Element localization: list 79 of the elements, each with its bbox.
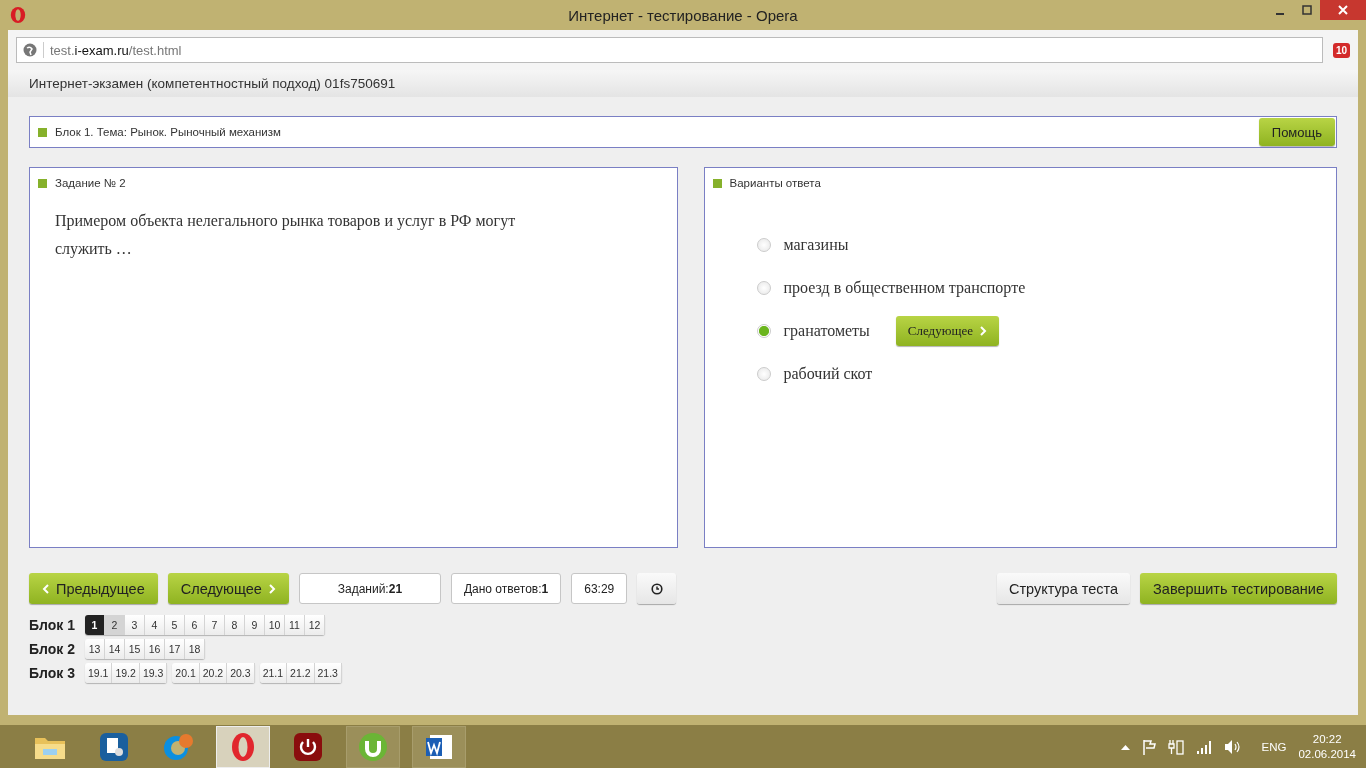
radio-button[interactable] [756, 367, 771, 381]
battery-icon[interactable] [1167, 738, 1184, 755]
block-label: Блок 3 [29, 665, 76, 681]
question-number-button[interactable]: 10 [265, 615, 285, 635]
question-number-button[interactable]: 19.3 [139, 663, 168, 683]
square-bullet-icon [38, 127, 47, 137]
clock-icon [650, 582, 663, 595]
opera-taskbar-icon[interactable] [216, 725, 270, 768]
answers-counter: Дано ответов:1 [450, 573, 562, 604]
chevron-left-icon [42, 583, 50, 594]
opera-badge[interactable]: 10 [1332, 42, 1350, 58]
answers-title: Варианты ответа [729, 177, 821, 189]
question-number-button[interactable]: 17 [165, 639, 185, 659]
question-number-button[interactable]: 21.1 [259, 663, 288, 683]
next-button[interactable]: Следующее [895, 316, 999, 346]
finish-button[interactable]: Завершить тестирование [1140, 573, 1337, 604]
question-number-button[interactable]: 9 [245, 615, 265, 635]
speaker-icon[interactable] [1223, 738, 1240, 755]
answer-option[interactable]: магазины [783, 236, 849, 254]
language-indicator[interactable]: ENG [1261, 740, 1287, 753]
task-title: Задание № 2 [55, 177, 126, 189]
question-number-button[interactable]: 13 [85, 639, 105, 659]
previous-button[interactable]: Предыдущее [29, 573, 158, 604]
question-number-button[interactable]: 12 [305, 615, 325, 635]
clock-time[interactable]: 20:22 [1312, 731, 1342, 747]
help-button[interactable]: Помощь [1258, 118, 1335, 146]
timer: 63:29 [571, 573, 628, 604]
radio-button[interactable] [756, 281, 771, 295]
close-button[interactable] [1320, 0, 1366, 20]
question-number-button[interactable]: 7 [205, 615, 225, 635]
radio-button[interactable] [756, 238, 771, 252]
signal-icon[interactable] [1195, 739, 1212, 754]
question-number-button[interactable]: 3 [125, 615, 145, 635]
minimize-icon [1275, 13, 1284, 15]
question-number-button[interactable]: 5 [165, 615, 185, 635]
block-label: Блок 1 [29, 617, 76, 633]
word-icon[interactable] [412, 725, 466, 768]
next-button[interactable]: Следующее [167, 573, 289, 604]
question-number-button[interactable]: 19.1 [85, 663, 113, 683]
block-label: Блок 2 [29, 641, 76, 657]
question-number-button[interactable]: 4 [145, 615, 165, 635]
page-header: Интернет-экзамен (компетентностный подход) 01fs750691 [29, 76, 396, 91]
chevron-right-icon [267, 583, 276, 594]
opera-logo-icon [9, 5, 27, 25]
question-number-button[interactable]: 1 [85, 615, 105, 635]
window-title: Интернет - тестирование - Opera [568, 6, 798, 24]
question-number-button[interactable]: 2 [105, 615, 125, 635]
square-bullet-icon [712, 178, 722, 188]
question-number-button[interactable]: 8 [225, 615, 245, 635]
up-arrow-icon[interactable] [1120, 743, 1130, 750]
question-number-button[interactable]: 20.1 [172, 663, 200, 683]
question-text: Примером объекта нелегального рынка товаров и услуг в РФ могут служить … [55, 211, 517, 260]
answer-option[interactable]: проезд в общественном транспорте [783, 279, 1026, 297]
maximize-icon [1301, 5, 1312, 15]
question-number-button[interactable]: 14 [105, 639, 125, 659]
question-number-button[interactable]: 18 [185, 639, 205, 659]
question-number-button[interactable]: 21.3 [314, 663, 342, 683]
clock-button[interactable] [637, 573, 677, 604]
answer-option[interactable]: рабочий скот [783, 365, 873, 383]
flag-icon[interactable] [1141, 738, 1156, 755]
question-number-button[interactable]: 6 [185, 615, 205, 635]
question-number-button[interactable]: 20.3 [227, 663, 255, 683]
close-icon [1337, 4, 1349, 16]
answer-option[interactable]: гранатометы [783, 322, 870, 340]
structure-button[interactable]: Структура теста [996, 573, 1131, 604]
topic-label: Блок 1. Тема: Рынок. Рыночный механизм [55, 126, 281, 138]
clock-date[interactable]: 02.06.2014 [1298, 746, 1356, 762]
chevron-right-icon [979, 326, 987, 336]
question-number-button[interactable]: 20.2 [199, 663, 228, 683]
square-bullet-icon [38, 178, 47, 188]
torrent-icon[interactable] [346, 725, 400, 768]
question-number-button[interactable]: 19.2 [112, 663, 140, 683]
address-field[interactable]: test.i-exam.ru/test.html [16, 37, 1323, 63]
question-number-button[interactable]: 16 [145, 639, 165, 659]
radio-button[interactable] [756, 324, 771, 338]
question-number-button[interactable]: 15 [125, 639, 145, 659]
tasks-counter: Заданий:21 [298, 573, 441, 604]
question-number-button[interactable]: 21.2 [287, 663, 315, 683]
question-number-button[interactable]: 11 [285, 615, 305, 635]
